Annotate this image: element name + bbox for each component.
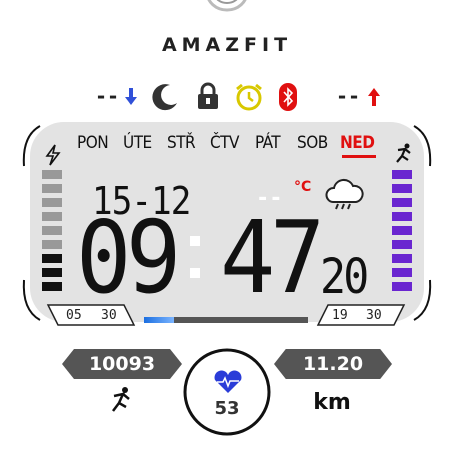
weekday-tue: ÚTE — [123, 133, 152, 153]
gauge-segment — [392, 254, 412, 263]
lock-icon — [198, 82, 218, 109]
sunset-minute: 30 — [366, 308, 382, 323]
weekday-thu: ČTV — [210, 133, 239, 153]
gauge-segment — [392, 240, 412, 249]
time-minutes: 47 — [220, 199, 325, 316]
temperature-unit: °C — [294, 179, 312, 195]
runner-icon — [396, 143, 411, 163]
steps-goal-dash-right: -- — [336, 84, 361, 108]
sunrise-hour: 05 — [66, 308, 82, 323]
gauge-segment — [392, 184, 412, 193]
active-day-underline — [342, 155, 376, 158]
gauge-segment — [392, 198, 412, 207]
down-arrow-icon — [125, 88, 137, 105]
sunset-tab — [316, 304, 406, 326]
steps-goal-dash-left: -- — [95, 84, 120, 108]
steps-bar-gauge — [392, 170, 412, 296]
alarm-icon — [236, 83, 262, 111]
distance-value: 11.20 — [274, 349, 392, 379]
thunderstorm-cloud-icon — [325, 178, 364, 210]
weekday-sat: SOB — [297, 133, 328, 153]
weekday-fri: PÁT — [255, 133, 281, 153]
weekday-row: PON ÚTE STŘ ČTV PÁT SOB NED — [72, 133, 392, 158]
gauge-segment — [42, 170, 62, 179]
gauge-segment — [392, 268, 412, 277]
weekday-mon: PON — [77, 133, 109, 153]
time-colon — [190, 236, 202, 286]
heart-rate-value: 53 — [214, 398, 240, 419]
sunrise-minute: 30 — [101, 308, 117, 323]
amazfit-logo-mark — [207, 0, 247, 12]
battery-bar-gauge — [42, 170, 62, 296]
gauge-segment — [392, 212, 412, 221]
gauge-segment — [42, 268, 62, 277]
gauge-segment — [42, 254, 62, 263]
weekday-sun: NED — [340, 133, 375, 153]
time-hours: 09 — [76, 199, 181, 316]
day-progress-fill — [144, 317, 174, 323]
gauge-segment — [42, 226, 62, 235]
bluetooth-icon — [279, 83, 297, 111]
gauge-segment — [392, 170, 412, 179]
time-seconds: 20 — [320, 249, 369, 305]
day-progress-bar — [144, 317, 308, 323]
gauge-segment — [42, 184, 62, 193]
status-row: -- -- — [0, 82, 454, 112]
heart-icon — [214, 370, 242, 393]
sunset-hour: 19 — [332, 308, 348, 323]
weekday-wed: STŘ — [167, 133, 196, 153]
gauge-segment — [392, 282, 412, 291]
up-arrow-icon — [368, 88, 380, 106]
sunrise-tab — [46, 304, 136, 326]
brand-name: AMAZFIT — [161, 34, 293, 56]
gauge-segment — [392, 226, 412, 235]
steps-runner-icon — [112, 387, 130, 412]
lightning-icon — [45, 144, 61, 166]
gauge-segment — [42, 198, 62, 207]
distance-unit: km — [313, 390, 351, 415]
gauge-segment — [42, 282, 62, 291]
gauge-segment — [42, 212, 62, 221]
moon-icon — [152, 84, 177, 111]
gauge-segment — [42, 240, 62, 249]
steps-count: 10093 — [62, 349, 182, 379]
